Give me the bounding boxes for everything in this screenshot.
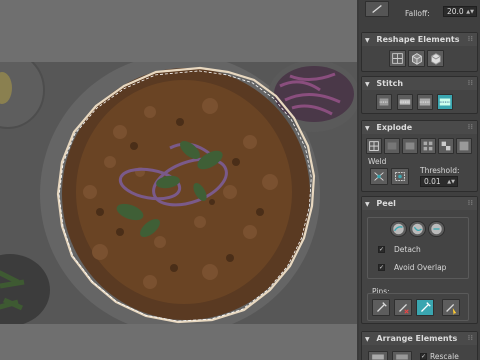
line-tool-icon bbox=[372, 4, 382, 14]
rollout-reshape-elements: ▼ Reshape Elements ⁞⁞ bbox=[361, 32, 478, 72]
soft-select-button[interactable] bbox=[365, 1, 389, 17]
rollout-arrange-elements: ▼ Arrange Elements ⁞⁞ ✓ Rescale bbox=[361, 331, 478, 360]
explode-smooth-icon bbox=[387, 142, 397, 150]
drag-handle-icon[interactable]: ⁞⁞ bbox=[468, 121, 473, 134]
quick-peel-button[interactable] bbox=[390, 221, 407, 237]
collapse-arrow-icon: ▼ bbox=[365, 37, 370, 44]
pin-icon bbox=[377, 302, 387, 312]
explode-checker-button[interactable] bbox=[438, 138, 454, 154]
pack-together-button[interactable] bbox=[392, 351, 412, 360]
drag-handle-icon[interactable]: ⁞⁞ bbox=[468, 33, 473, 46]
weld-all-icon bbox=[395, 172, 405, 181]
pack-normalize-button[interactable] bbox=[368, 351, 388, 360]
rollout-title-arrange: Arrange Elements bbox=[376, 334, 458, 343]
rescale-label: Rescale bbox=[430, 352, 459, 360]
stitch-custom-button[interactable] bbox=[376, 94, 392, 110]
pack-icon bbox=[372, 354, 384, 360]
collapse-arrow-icon: ▼ bbox=[365, 125, 370, 132]
uv-viewport[interactable] bbox=[0, 0, 358, 360]
reset-peel-button[interactable] bbox=[428, 221, 445, 237]
rollout-title-peel: Peel bbox=[376, 199, 396, 208]
rescale-checkbox[interactable]: ✓ bbox=[420, 353, 427, 360]
rollout-title-reshape: Reshape Elements bbox=[376, 35, 460, 44]
explode-by-material-button[interactable] bbox=[402, 138, 418, 154]
spinner-arrows-icon: ▲▼ bbox=[447, 179, 455, 185]
drag-handle-icon[interactable]: ⁞⁞ bbox=[468, 77, 473, 90]
stitch-icon bbox=[379, 98, 389, 106]
explode-icon bbox=[369, 141, 379, 151]
rollout-header-peel[interactable]: ▼ Peel ⁞⁞ bbox=[362, 197, 477, 210]
peel-mode-button[interactable] bbox=[409, 221, 426, 237]
box-icon bbox=[431, 53, 441, 65]
avoid-overlap-checkbox[interactable]: ✓ bbox=[378, 264, 385, 271]
seams-icon bbox=[459, 141, 469, 151]
explode-by-polygroups-button[interactable] bbox=[366, 138, 382, 154]
texture-image bbox=[0, 62, 358, 324]
rollout-header-explode[interactable]: ▼ Explode ⁞⁞ bbox=[362, 121, 477, 134]
texture-background bbox=[0, 62, 358, 324]
peel-mode-icon bbox=[412, 223, 423, 235]
uv-editor-panel: Falloff: 20.0 ▲▼ ▼ Reshape Elements ⁞⁞ ▼… bbox=[359, 0, 480, 360]
select-pins-button[interactable] bbox=[442, 299, 460, 316]
stitch-target-icon bbox=[439, 98, 451, 106]
unpin-icon bbox=[399, 303, 409, 314]
falloff-label: Falloff: bbox=[405, 9, 430, 18]
rollout-title-stitch: Stitch bbox=[376, 79, 404, 88]
explode-elements-icon bbox=[423, 141, 433, 151]
weld-label: Weld bbox=[368, 157, 387, 166]
unpin-button[interactable] bbox=[394, 299, 412, 316]
auto-pin-button[interactable] bbox=[416, 299, 434, 316]
threshold-label: Threshold: bbox=[420, 166, 460, 175]
collapse-arrow-icon: ▼ bbox=[365, 201, 370, 208]
rollout-header-stitch[interactable]: ▼ Stitch ⁞⁞ bbox=[362, 77, 477, 90]
straighten-button[interactable] bbox=[389, 50, 406, 67]
explode-to-elements-button[interactable] bbox=[420, 138, 436, 154]
stitch-to-target-button[interactable] bbox=[437, 94, 453, 110]
pin-button[interactable] bbox=[372, 299, 390, 316]
pack-together-icon bbox=[396, 354, 408, 360]
cube-icon bbox=[412, 53, 422, 65]
detach-checkbox[interactable]: ✓ bbox=[378, 246, 385, 253]
stitch-source-icon bbox=[399, 99, 411, 105]
avoid-overlap-label: Avoid Overlap bbox=[394, 263, 447, 272]
rollout-header-reshape[interactable]: ▼ Reshape Elements ⁞⁞ bbox=[362, 33, 477, 46]
threshold-value: 0.01 bbox=[424, 177, 441, 186]
rollout-explode: ▼ Explode ⁞⁞ Weld Threshold: 0.01 ▲▼ bbox=[361, 120, 478, 192]
peel-icon bbox=[393, 223, 404, 235]
grid-icon bbox=[392, 53, 403, 64]
relax-button[interactable] bbox=[408, 50, 425, 67]
stitch-to-source-button[interactable] bbox=[397, 94, 413, 110]
weld-selected-button[interactable] bbox=[370, 168, 388, 185]
rollout-stitch: ▼ Stitch ⁞⁞ bbox=[361, 76, 478, 114]
flatten-button[interactable] bbox=[427, 50, 444, 67]
drag-handle-icon[interactable]: ⁞⁞ bbox=[468, 332, 473, 345]
stitch-average-button[interactable] bbox=[417, 94, 433, 110]
rollout-peel: ▼ Peel ⁞⁞ ✓ Detach ✓ Avoid Overlap Pins: bbox=[361, 196, 478, 324]
rollout-title-explode: Explode bbox=[376, 123, 413, 132]
explode-material-icon bbox=[405, 142, 415, 150]
reset-peel-icon bbox=[431, 223, 442, 235]
stitch-average-icon bbox=[419, 98, 431, 106]
weld-icon bbox=[374, 172, 384, 181]
collapse-arrow-icon: ▼ bbox=[365, 336, 370, 343]
falloff-spinner[interactable]: 20.0 ▲▼ bbox=[443, 6, 477, 17]
rollout-header-arrange[interactable]: ▼ Arrange Elements ⁞⁞ bbox=[362, 332, 477, 345]
spinner-arrows-icon: ▲▼ bbox=[466, 9, 474, 15]
explode-seams-button[interactable] bbox=[456, 138, 472, 154]
auto-pin-icon bbox=[421, 302, 431, 312]
select-pins-icon bbox=[446, 303, 457, 315]
drag-handle-icon[interactable]: ⁞⁞ bbox=[468, 197, 473, 210]
collapse-arrow-icon: ▼ bbox=[365, 81, 370, 88]
detach-label: Detach bbox=[394, 245, 421, 254]
threshold-spinner[interactable]: 0.01 ▲▼ bbox=[420, 176, 458, 187]
weld-all-button[interactable] bbox=[391, 168, 409, 185]
explode-by-smoothing-button[interactable] bbox=[384, 138, 400, 154]
checker-icon bbox=[441, 141, 451, 151]
falloff-value: 20.0 bbox=[447, 7, 464, 16]
